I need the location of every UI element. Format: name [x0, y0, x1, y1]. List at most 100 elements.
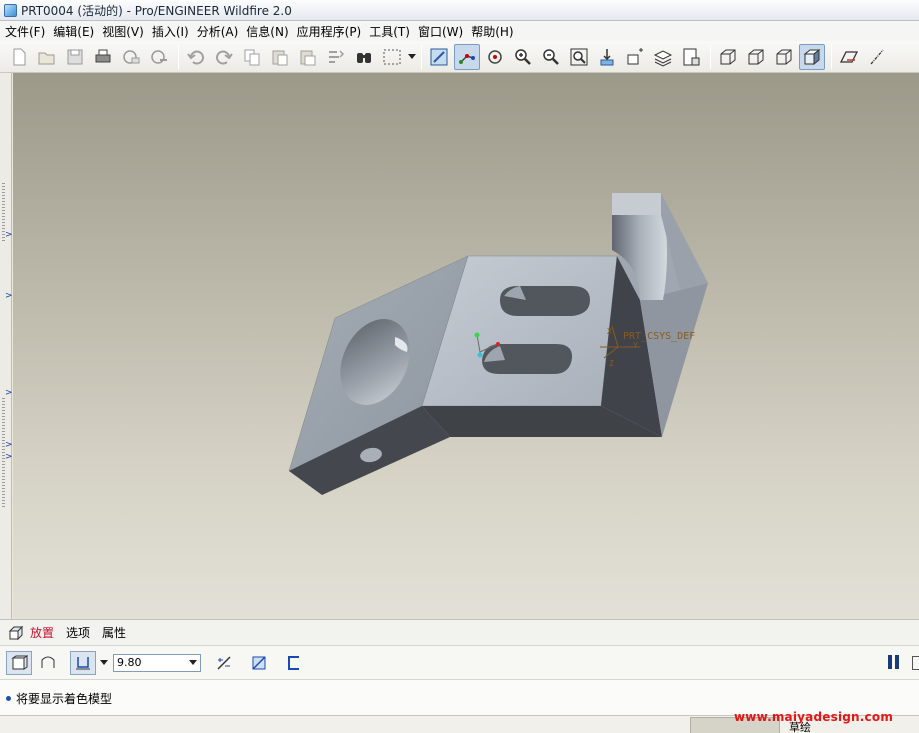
flip-direction-button[interactable] — [211, 651, 237, 675]
no-hidden-icon — [776, 49, 792, 64]
dashboard-tabs: 放置 选项 属性 — [0, 619, 919, 645]
tab-properties[interactable]: 属性 — [102, 624, 126, 641]
undo-icon — [187, 50, 204, 64]
print-button[interactable] — [90, 44, 116, 70]
paste-button[interactable] — [267, 44, 293, 70]
depth-value-dropdown[interactable] — [186, 655, 200, 671]
flip-direction-icon — [217, 655, 231, 670]
toolbar-separator — [710, 44, 711, 69]
undo-button[interactable] — [183, 44, 209, 70]
orient-mode-button[interactable] — [482, 44, 508, 70]
email-link-button[interactable] — [146, 44, 172, 70]
reorient-icon — [600, 48, 614, 65]
menu-window[interactable]: 窗口(W) — [416, 23, 469, 40]
wireframe-icon — [720, 49, 736, 64]
model-viewport[interactable]: PRT_CSYS_DEF X Y Z — [13, 73, 919, 619]
paste-special-button[interactable] — [295, 44, 321, 70]
email-button[interactable] — [118, 44, 144, 70]
repaint-icon — [430, 48, 448, 65]
regenerate-button[interactable] — [323, 44, 349, 70]
zoom-in-icon — [515, 48, 531, 65]
expand-arrow-icon[interactable]: > — [5, 452, 13, 462]
expand-arrow-icon[interactable]: > — [5, 291, 13, 301]
find-button[interactable] — [351, 44, 377, 70]
paste-special-icon — [300, 50, 316, 65]
menu-analysis[interactable]: 分析(A) — [195, 23, 245, 40]
wireframe-button[interactable] — [715, 44, 741, 70]
orient-mode-icon — [488, 49, 502, 64]
saved-views-icon — [627, 47, 643, 64]
depth-value[interactable]: 9.80 — [114, 656, 186, 669]
datum-axes-button[interactable] — [864, 44, 890, 70]
surface-button[interactable] — [35, 651, 61, 675]
hidden-line-button[interactable] — [743, 44, 769, 70]
toolbar-separator — [831, 44, 832, 69]
menu-insert[interactable]: 插入(I) — [150, 23, 195, 40]
copy-button[interactable] — [239, 44, 265, 70]
toolbar-separator — [421, 44, 422, 69]
layers-button[interactable] — [650, 44, 676, 70]
expand-arrow-icon[interactable]: > — [5, 388, 13, 398]
thicken-sketch-button[interactable] — [281, 651, 307, 675]
pause-button[interactable] — [888, 655, 904, 671]
select-box-button[interactable] — [379, 44, 405, 70]
message-line: 将要显示着色模型 — [6, 690, 112, 707]
view-manager-button[interactable] — [678, 44, 704, 70]
csys-axis-y-label: Y — [633, 341, 638, 350]
select-filter-dropdown[interactable] — [407, 44, 417, 70]
view-manager-icon — [683, 48, 700, 65]
print-icon — [95, 49, 111, 62]
new-button[interactable] — [6, 44, 32, 70]
hidden-line-icon — [748, 49, 764, 64]
watermark-text: www.maiyadesign.com — [734, 710, 894, 724]
shading-button[interactable] — [799, 43, 825, 70]
zoom-out-icon — [543, 48, 559, 65]
tab-placement[interactable]: 放置 — [30, 624, 54, 641]
email-link-icon — [151, 49, 167, 64]
remove-material-button[interactable] — [246, 651, 272, 675]
zoom-out-button[interactable] — [538, 44, 564, 70]
repaint-button[interactable] — [426, 44, 452, 70]
zoom-in-button[interactable] — [510, 44, 536, 70]
pause-icon — [888, 655, 892, 669]
dashboard-controls: 9.80 — [0, 645, 919, 679]
new-icon — [13, 48, 26, 65]
spin-center-button[interactable] — [454, 43, 480, 70]
info-bullet-icon — [6, 696, 11, 701]
extrude-feature-icon — [8, 625, 24, 640]
copy-icon — [244, 49, 260, 65]
redo-icon — [216, 50, 233, 64]
save-button[interactable] — [62, 44, 88, 70]
open-button[interactable] — [34, 44, 60, 70]
select-box-icon — [383, 49, 401, 64]
menu-view[interactable]: 视图(V) — [100, 23, 150, 40]
refit-button[interactable] — [566, 44, 592, 70]
datum-axes-icon — [870, 49, 884, 64]
solid-button[interactable] — [6, 650, 32, 675]
menu-info[interactable]: 信息(N) — [244, 23, 294, 40]
open-icon — [38, 52, 55, 64]
surface-icon — [41, 656, 55, 668]
expand-arrow-icon[interactable]: > — [5, 440, 13, 450]
menu-file[interactable]: 文件(F) — [3, 23, 51, 40]
expand-arrow-icon[interactable]: > — [5, 230, 13, 240]
depth-option-dropdown[interactable] — [99, 650, 109, 676]
menu-tools[interactable]: 工具(T) — [367, 23, 416, 40]
tab-options[interactable]: 选项 — [66, 624, 90, 641]
menu-applications[interactable]: 应用程序(P) — [295, 23, 368, 40]
no-hidden-button[interactable] — [771, 44, 797, 70]
csys-axis-z-label: Z — [609, 359, 614, 368]
depth-option-button[interactable] — [70, 650, 96, 675]
reorient-button[interactable] — [594, 44, 620, 70]
redo-button[interactable] — [211, 44, 237, 70]
depth-value-field[interactable]: 9.80 — [113, 653, 201, 672]
message-text: 将要显示着色模型 — [16, 692, 113, 706]
menu-edit[interactable]: 编辑(E) — [51, 23, 100, 40]
menu-help[interactable]: 帮助(H) — [469, 23, 519, 40]
saved-views-button[interactable] — [622, 44, 648, 70]
datum-planes-button[interactable] — [836, 44, 862, 70]
refit-icon — [570, 48, 588, 65]
part-model[interactable] — [13, 73, 919, 619]
preview-checkbox[interactable] — [912, 656, 919, 670]
navigator-strip[interactable]: > > > > > — [0, 73, 13, 619]
